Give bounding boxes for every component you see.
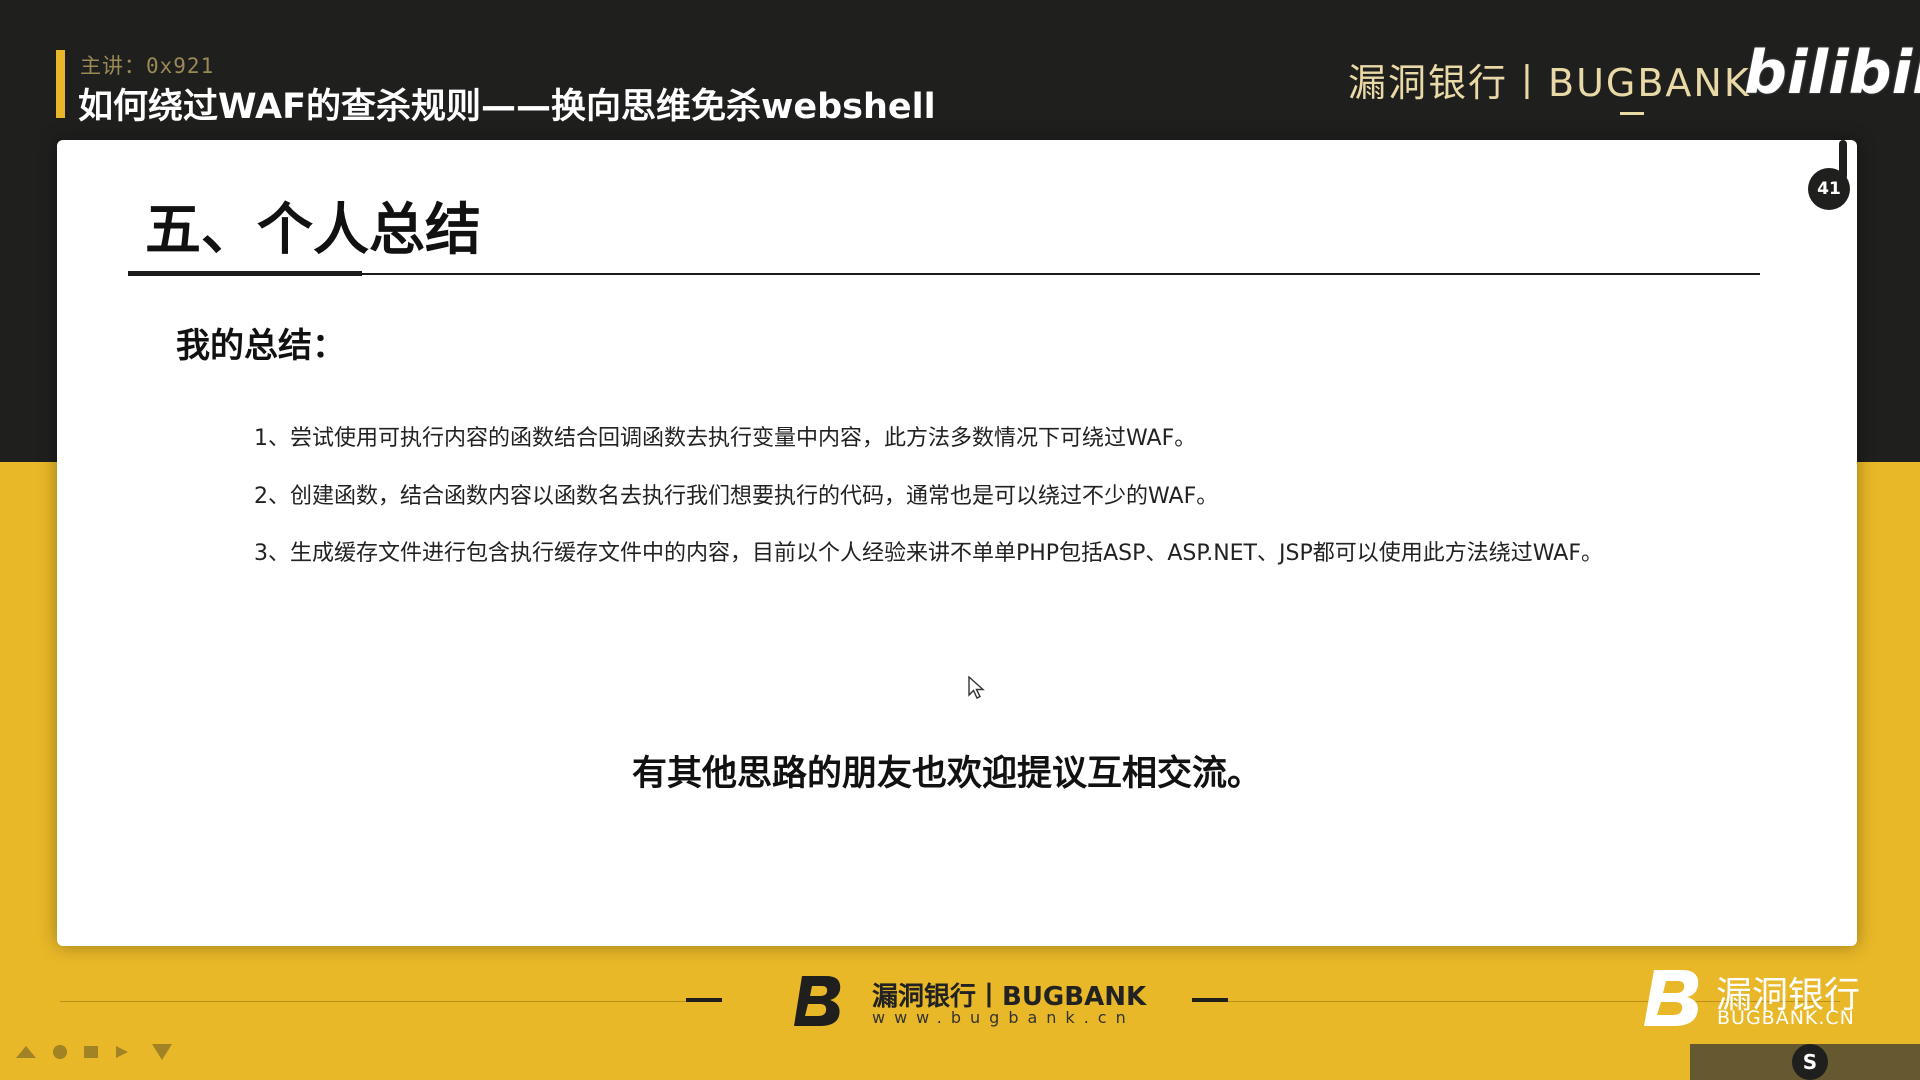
title-divider-accent — [128, 271, 362, 276]
header-accent-bar — [56, 50, 65, 118]
corner-brand-en: BUGBANK.CN — [1717, 1007, 1855, 1029]
mouse-cursor-icon — [968, 676, 985, 699]
header-brand: 漏洞银行丨BUGBANK — [1348, 61, 1751, 105]
closing-message: 有其他思路的朋友也欢迎提议互相交流。 — [632, 754, 1263, 794]
slide-title: 如何绕过WAF的查杀规则——换向思维免杀webshell — [78, 87, 936, 127]
header-brand-underline — [1620, 112, 1644, 115]
footer-dash-right — [1192, 998, 1228, 1002]
section-title: 五、个人总结 — [145, 198, 481, 263]
bugbank-corner-logo-icon — [1644, 970, 1699, 1026]
footer-rule-left — [60, 1001, 700, 1002]
page-number-badge: 41 — [1808, 168, 1850, 210]
summary-item-1: 1、尝试使用可执行内容的函数结合回调函数去执行变量中内容，此方法多数情况下可绕过… — [254, 426, 1197, 451]
taskbar-app-icon[interactable]: S — [1792, 1044, 1828, 1080]
bugbank-logo-icon — [794, 976, 841, 1026]
summary-heading: 我的总结： — [176, 326, 346, 366]
title-divider — [128, 273, 1760, 275]
footer-dash-left — [686, 998, 722, 1002]
summary-item-3: 3、生成缓存文件进行包含执行缓存文件中的内容，目前以个人经验来讲不单单PHP包括… — [254, 541, 1603, 566]
footer-url: www.bugbank.cn — [872, 1008, 1135, 1027]
presentation-toolbar-icon[interactable] — [12, 1040, 182, 1064]
bilibili-logo: bilibili — [1744, 38, 1920, 108]
summary-item-2: 2、创建函数，结合函数内容以函数名去执行我们想要执行的代码，通常也是可以绕过不少… — [254, 484, 1219, 509]
presenter-label: 主讲：0x921 — [80, 54, 215, 78]
